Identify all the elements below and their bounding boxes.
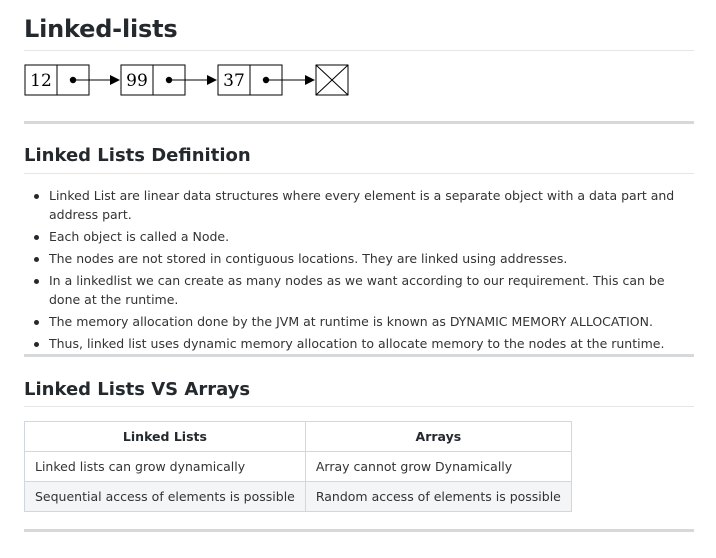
node-value: 99 [126, 71, 148, 91]
list-item: Thus, linked list uses dynamic memory al… [24, 334, 684, 353]
section-divider [24, 529, 694, 532]
node-value: 37 [223, 71, 245, 91]
table-header-row: Linked Lists Arrays [24, 421, 572, 452]
node-value: 12 [30, 71, 52, 91]
comparison-table: Linked Lists Arrays Linked lists can gro… [24, 421, 572, 512]
table-cell: Sequential access of elements is possibl… [24, 481, 306, 512]
list-item: Linked List are linear data structures w… [24, 186, 684, 224]
heading-underline [24, 406, 694, 407]
table-cell: Random access of elements is possible [304, 481, 572, 512]
list-item: The memory allocation done by the JVM at… [24, 312, 684, 331]
section-heading-definition: Linked Lists Definition [24, 145, 251, 166]
section-divider [24, 354, 694, 357]
null-box-icon [315, 64, 349, 96]
column-header: Arrays [304, 421, 572, 452]
table-row: Linked lists can grow dynamically Array … [24, 451, 572, 482]
definition-list: Linked List are linear data structures w… [24, 186, 684, 356]
linked-list-diagram: 12 99 37 [24, 64, 349, 96]
page-title: Linked-lists [24, 15, 178, 43]
heading-underline [24, 173, 694, 174]
title-divider [24, 50, 694, 51]
section-divider [24, 121, 694, 124]
section-heading-comparison: Linked Lists VS Arrays [24, 379, 251, 400]
column-header: Linked Lists [24, 421, 306, 452]
table-row: Sequential access of elements is possibl… [24, 481, 572, 512]
list-item: The nodes are not stored in contiguous l… [24, 249, 684, 268]
table-cell: Array cannot grow Dynamically [304, 451, 572, 482]
list-item: Each object is called a Node. [24, 227, 684, 246]
table-cell: Linked lists can grow dynamically [24, 451, 306, 482]
list-item: In a linkedlist we can create as many no… [24, 271, 684, 309]
